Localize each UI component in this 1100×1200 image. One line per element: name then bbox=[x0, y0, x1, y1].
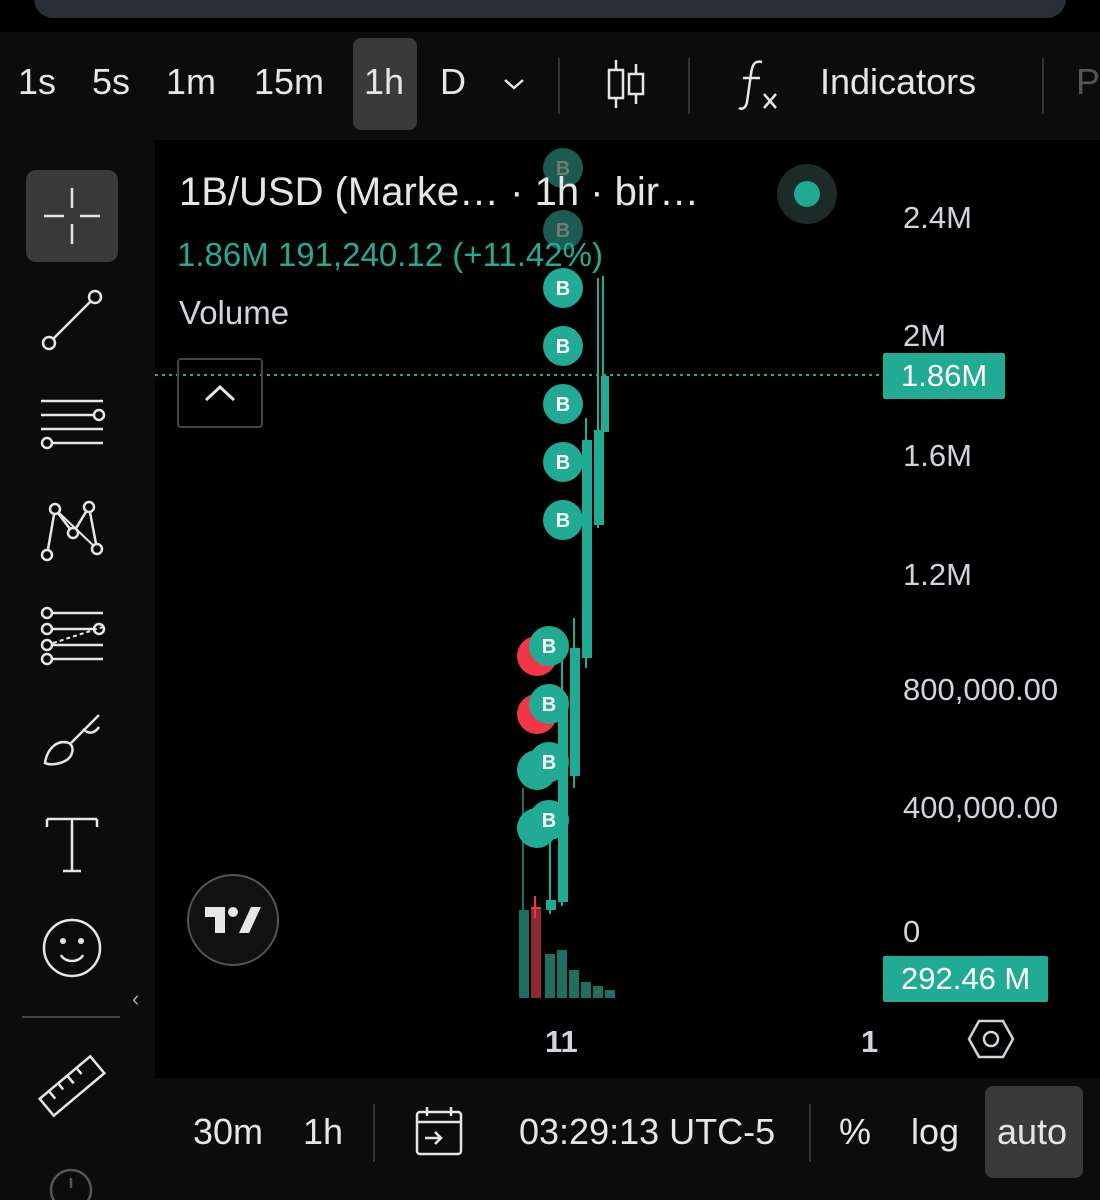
timeframe-1m[interactable]: 1m bbox=[166, 61, 216, 103]
horizontal-lines-tool[interactable] bbox=[26, 380, 118, 472]
marker-label: B bbox=[556, 394, 570, 416]
go-to-date-icon[interactable] bbox=[411, 1104, 467, 1160]
text-icon bbox=[45, 817, 99, 873]
volume-bar bbox=[557, 950, 567, 998]
price-axis-label: 800,000.00 bbox=[903, 672, 1059, 707]
tradingview-logo-icon bbox=[205, 907, 261, 933]
percent-scale-toggle[interactable]: % bbox=[839, 1111, 871, 1153]
price-axis-label: 400,000.00 bbox=[903, 790, 1059, 825]
sidebar-collapse-icon[interactable]: ‹ bbox=[132, 986, 139, 1012]
trend-line-tool[interactable] bbox=[26, 274, 118, 366]
price-axis-label: 2M bbox=[903, 318, 947, 353]
marker-label: B bbox=[542, 694, 556, 716]
trend-line-icon bbox=[41, 289, 103, 351]
top-toolbar: 1s 5s 1m 15m 1h D Indicators P bbox=[0, 32, 1100, 140]
crosshair-icon bbox=[44, 188, 100, 244]
timeframe-1s[interactable]: 1s bbox=[18, 61, 56, 103]
timeframe-15m[interactable]: 15m bbox=[254, 61, 324, 103]
bottom-toolbar: 30m 1h 03:29:13 UTC-5 % log auto bbox=[155, 1078, 1100, 1200]
time-axis-label: 11 bbox=[545, 1024, 578, 1059]
sidebar-divider bbox=[22, 1016, 120, 1018]
market-open-dot bbox=[794, 181, 820, 207]
marker-label: B bbox=[556, 278, 570, 300]
bottom-divider bbox=[373, 1104, 375, 1162]
marker-label: B bbox=[556, 452, 570, 474]
brush-icon bbox=[43, 714, 101, 766]
emoji-tool[interactable] bbox=[26, 902, 118, 994]
chart-pane[interactable]: B B B B B B B B B B B 1B/USD (Marke… · 1… bbox=[155, 148, 1100, 1078]
candle bbox=[546, 900, 556, 910]
patterns-tool[interactable] bbox=[26, 484, 118, 576]
text-tool[interactable] bbox=[26, 798, 118, 890]
current-price-badge: 1.86M bbox=[883, 353, 1006, 399]
search-bar[interactable] bbox=[34, 0, 1066, 18]
crosshair-tool[interactable] bbox=[26, 170, 118, 262]
range-30m[interactable]: 30m bbox=[193, 1111, 263, 1153]
candle bbox=[582, 440, 592, 658]
fib-retracement-tool[interactable] bbox=[26, 590, 118, 682]
marker-label: B bbox=[556, 510, 570, 532]
timeframe-5s[interactable]: 5s bbox=[92, 61, 130, 103]
candlestick-series: B B B B B B B B B B B bbox=[155, 148, 880, 998]
candle bbox=[519, 910, 529, 930]
candles-icon[interactable] bbox=[604, 56, 648, 112]
market-status-indicator[interactable] bbox=[777, 164, 837, 224]
toolbar-divider bbox=[1042, 58, 1044, 114]
volume-bar bbox=[605, 990, 615, 998]
marker-label: B bbox=[556, 336, 570, 358]
volume-bar bbox=[531, 908, 541, 998]
clock-timezone[interactable]: 03:29:13 UTC-5 bbox=[519, 1111, 775, 1153]
price-axis-label: 1.6M bbox=[903, 438, 972, 473]
legend-collapse-button[interactable] bbox=[177, 358, 263, 428]
brush-tool[interactable] bbox=[26, 694, 118, 786]
volume-badge: 292.46 M bbox=[883, 956, 1049, 1002]
settings-icon[interactable] bbox=[967, 1018, 1015, 1060]
more-tools-icon[interactable] bbox=[46, 1160, 96, 1200]
marker-label: B bbox=[542, 810, 556, 832]
volume-study-label[interactable]: Volume bbox=[179, 294, 289, 332]
chevron-down-icon[interactable] bbox=[500, 70, 528, 98]
marker-label: B bbox=[542, 752, 556, 774]
drawing-toolbar: ‹ bbox=[0, 140, 155, 1200]
volume-bar bbox=[581, 982, 591, 998]
smiley-icon bbox=[42, 918, 102, 978]
toolbar-divider bbox=[558, 58, 560, 114]
indicators-button[interactable]: Indicators bbox=[820, 61, 976, 103]
timeframe-d[interactable]: D bbox=[440, 61, 466, 103]
symbol-title[interactable]: 1B/USD (Marke… · 1h · bir… bbox=[179, 170, 699, 215]
candle bbox=[570, 648, 580, 776]
ruler-icon bbox=[37, 1054, 107, 1118]
volume-bar bbox=[593, 986, 603, 998]
candle bbox=[601, 376, 609, 432]
toolbar-divider bbox=[688, 58, 690, 114]
horizontal-lines-icon bbox=[40, 399, 106, 450]
ohlc-values: 1.86M 191,240.12 (+11.42%) bbox=[177, 236, 603, 273]
pattern-icon bbox=[40, 500, 104, 562]
price-axis-label: 1.2M bbox=[903, 557, 972, 592]
chevron-up-icon bbox=[204, 384, 236, 402]
marker-label: B bbox=[542, 636, 556, 658]
fib-retracement-icon bbox=[40, 606, 106, 666]
log-scale-toggle[interactable]: log bbox=[911, 1111, 959, 1153]
auto-scale-toggle[interactable]: auto bbox=[997, 1111, 1067, 1153]
candle bbox=[558, 696, 568, 902]
range-1h[interactable]: 1h bbox=[303, 1111, 343, 1153]
price-axis-label: 0 bbox=[903, 914, 921, 949]
candle bbox=[594, 430, 604, 525]
timeframe-1h[interactable]: 1h bbox=[364, 61, 404, 103]
tradingview-logo[interactable] bbox=[187, 874, 279, 966]
ruler-tool[interactable] bbox=[26, 1040, 118, 1132]
price-axis-label: 2.4M bbox=[903, 200, 972, 235]
volume-bar bbox=[569, 970, 579, 998]
overflow-toolbar-item[interactable]: P bbox=[1076, 61, 1100, 103]
fx-indicators-icon[interactable] bbox=[736, 56, 784, 114]
time-axis-label: 1 bbox=[861, 1024, 879, 1059]
bottom-divider bbox=[809, 1104, 811, 1162]
volume-bar bbox=[545, 954, 555, 998]
